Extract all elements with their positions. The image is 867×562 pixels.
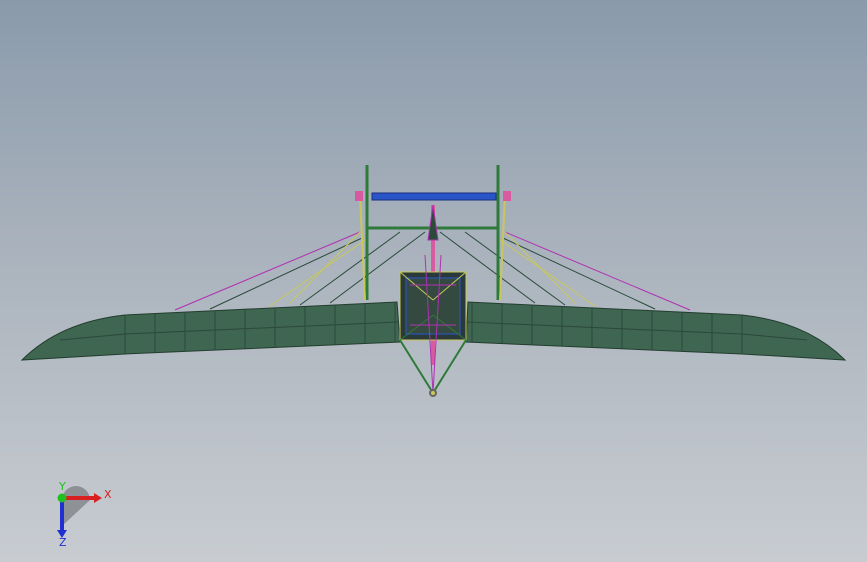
axis-y-label: Y bbox=[58, 480, 66, 493]
aircraft-wireframe-model[interactable] bbox=[0, 0, 867, 562]
axis-x-label: X bbox=[104, 488, 112, 501]
left-joint bbox=[355, 191, 363, 201]
cad-viewport[interactable]: X Y Z bbox=[0, 0, 867, 562]
view-orientation-triad[interactable]: X Y Z bbox=[44, 478, 124, 548]
axis-y-dot bbox=[57, 493, 67, 503]
axis-z-label: Z bbox=[59, 536, 67, 548]
mast-top bbox=[427, 204, 439, 241]
left-wing-panel bbox=[20, 301, 401, 361]
right-wing-panel bbox=[465, 301, 847, 361]
top-cross-rod bbox=[371, 192, 497, 201]
axis-x-arrowhead bbox=[94, 493, 102, 503]
triad-shadow bbox=[62, 486, 90, 526]
fuselage-frame bbox=[399, 271, 467, 341]
right-joint bbox=[503, 191, 511, 201]
